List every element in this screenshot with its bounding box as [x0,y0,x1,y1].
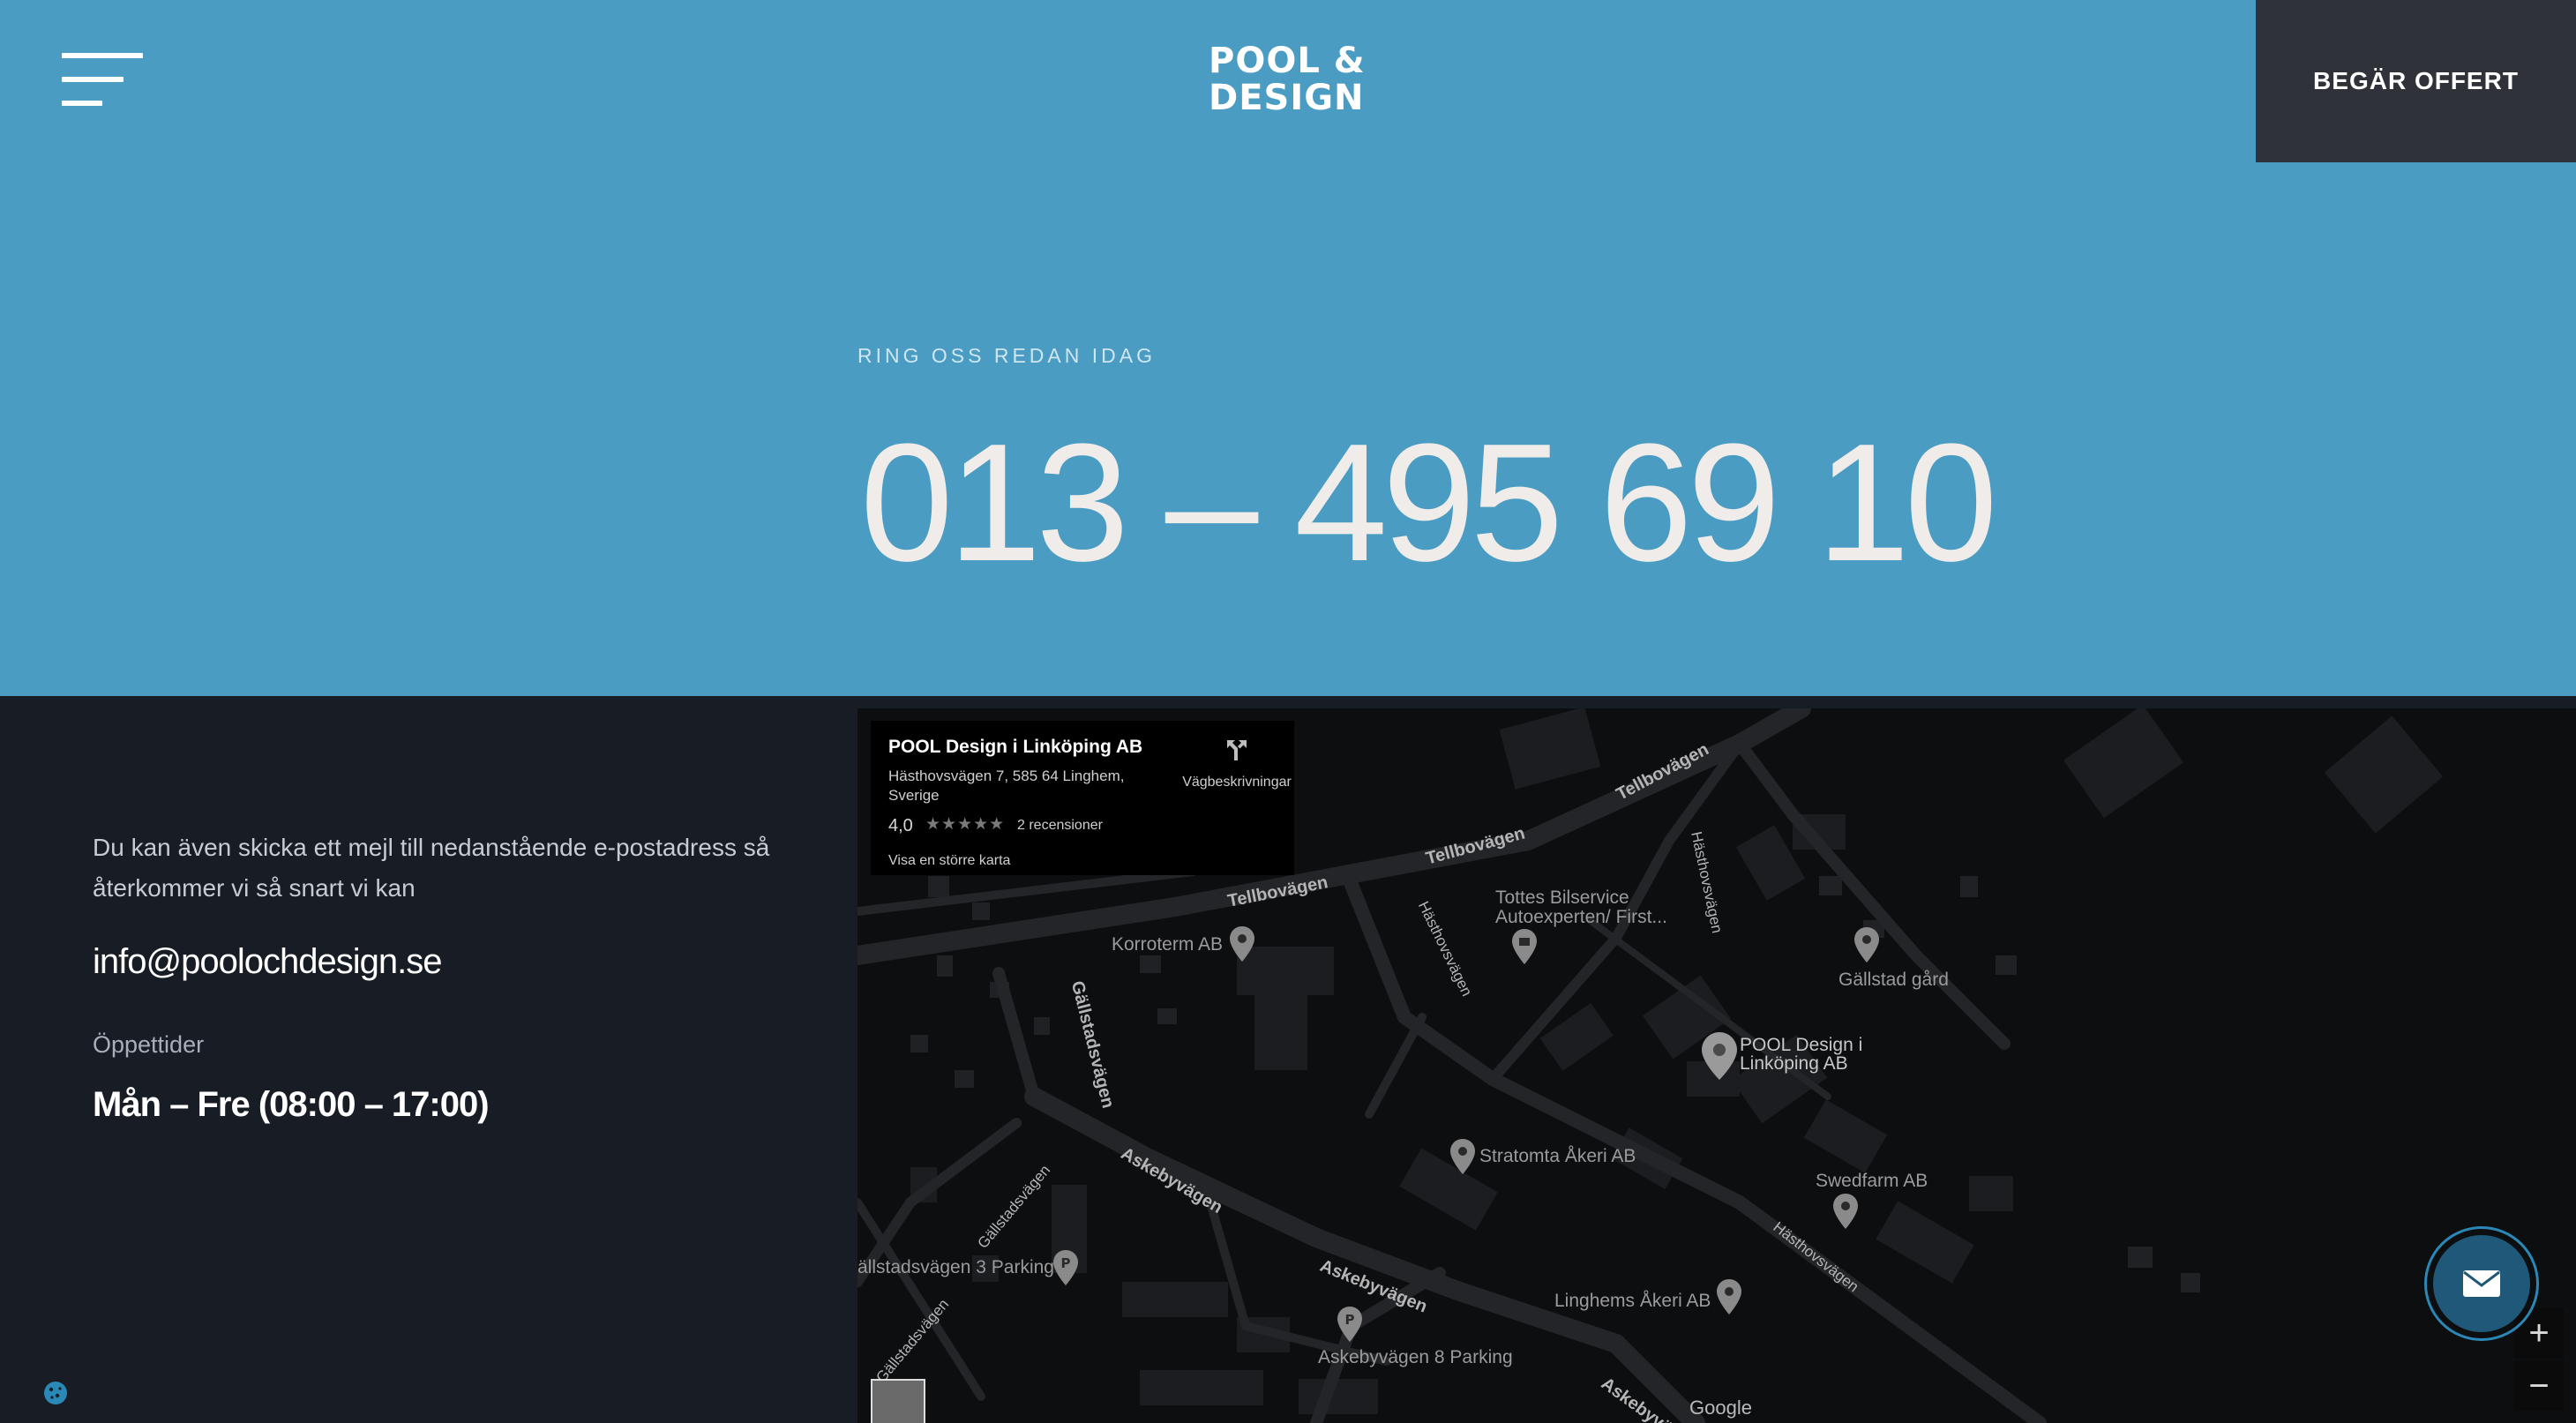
cookie-icon[interactable] [42,1380,69,1406]
larger-map-link[interactable]: Visa en större karta [888,853,1010,869]
map-type-toggle[interactable] [871,1379,925,1423]
hours-label: Öppettider [93,1031,205,1058]
zoom-out-button[interactable]: − [2514,1361,2564,1411]
contact-mail-button[interactable] [2424,1226,2539,1341]
logo-line-2: DESIGN [1209,78,1365,118]
directions-label: Vägbeskrivningar [1182,775,1292,790]
phone-number[interactable]: 013 – 495 69 10 [860,415,1998,591]
logo[interactable]: POOL & DESIGN [1209,41,1366,118]
hero-section: POOL & DESIGN BEGÄR OFFERT RING OSS REDA… [0,0,2576,696]
place-label[interactable]: Autoexperten/ First... [1495,907,1667,928]
business-name: POOL Design i Linköping AB [888,737,1143,757]
email-link[interactable]: info@poolochdesign.se [93,942,825,982]
place-label[interactable]: Askebyvägen 8 Parking [1318,1347,1513,1368]
directions-icon [1227,740,1247,760]
svg-text:P: P [1345,1312,1355,1328]
menu-icon[interactable] [62,51,145,108]
reviews-link[interactable]: 2 recensioner [1017,818,1103,834]
contact-info: Du kan även skicka ett mejl till nedanst… [93,828,825,1125]
place-label[interactable]: Gällstad gård [1838,970,1949,991]
place-label[interactable]: Swedfarm AB [1816,1171,1928,1192]
email-description: Du kan även skicka ett mejl till nedanst… [93,834,770,902]
map-pin-icon[interactable] [1228,925,1256,963]
rating-stars: ★★★★★ [925,815,1006,834]
map-pin-icon[interactable] [1853,925,1881,964]
svg-text:P: P [1061,1255,1071,1271]
opening-hours: Mån – Fre (08:00 – 17:00) [93,1085,490,1124]
place-label[interactable]: ällstadsvägen 3 Parking [857,1257,1054,1278]
logo-line-1: POOL & [1209,41,1366,81]
request-quote-button[interactable]: BEGÄR OFFERT [2256,0,2576,162]
map-info-card: POOL Design i Linköping AB Hästhovsvägen… [871,721,1294,875]
google-map[interactable]: Tellbovägen Tellbovägen Tellbovägen Häst… [857,708,2576,1423]
shop-icon[interactable] [1510,927,1539,966]
map-pin-icon[interactable] [1715,1277,1743,1316]
map-pin-icon[interactable] [1449,1137,1477,1176]
map-pin-icon[interactable] [1700,1030,1739,1082]
place-label[interactable]: Linghems Åkeri AB [1554,1291,1711,1312]
directions-button[interactable]: Vägbeskrivningar [1179,737,1294,790]
place-label[interactable]: Tottes Bilservice [1495,888,1629,909]
rating-value: 4,0 [888,816,913,835]
parking-icon[interactable]: P [1336,1305,1364,1344]
place-label[interactable]: Linköping AB [1740,1053,1848,1075]
place-label[interactable]: Korroterm AB [1112,934,1223,955]
place-label[interactable]: Stratomta Åkeri AB [1479,1146,1636,1167]
business-address: Hästhovsvägen 7, 585 64 Linghem, Sverige [888,768,1125,804]
google-logo: Google [1689,1397,1752,1419]
call-eyebrow: RING OSS REDAN IDAG [857,344,1156,367]
map-pin-icon[interactable] [1831,1192,1860,1231]
parking-icon[interactable]: P [1052,1248,1080,1287]
mail-icon [2463,1270,2500,1297]
